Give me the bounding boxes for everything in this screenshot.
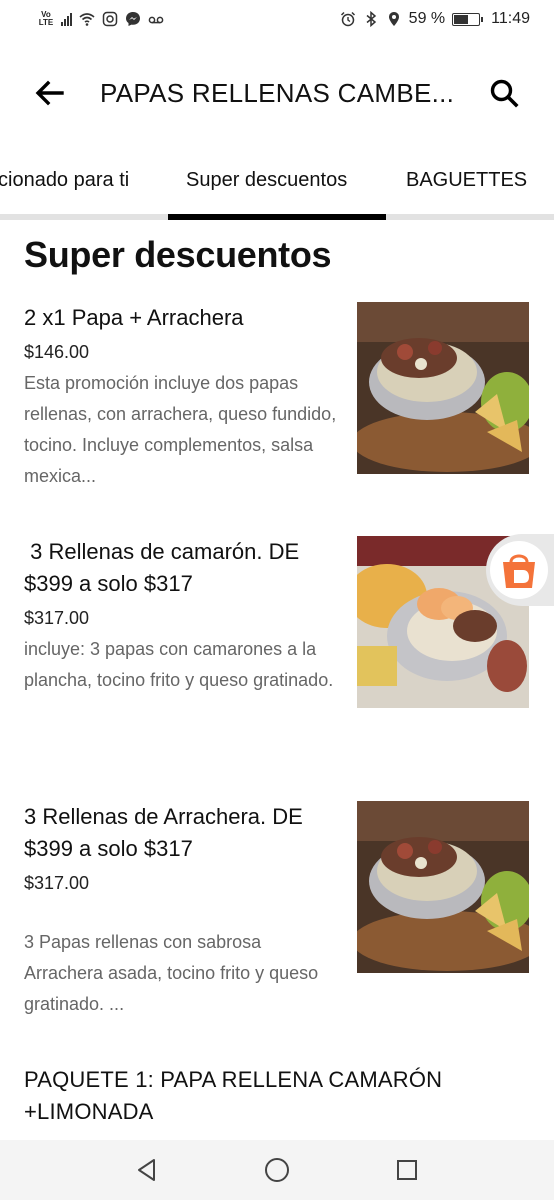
tab-baguettes[interactable]: BAGUETTES <box>406 150 527 210</box>
nav-back-button[interactable] <box>127 1150 167 1190</box>
menu-item[interactable]: 3 Rellenas de camarón. DE $399 a solo $3… <box>0 536 554 736</box>
floating-chat-inner <box>490 541 548 599</box>
instagram-icon <box>102 11 118 27</box>
section-title: Super descuentos <box>24 234 332 275</box>
search-icon <box>490 79 519 108</box>
potato-arrachera-photo <box>357 302 529 474</box>
square-recents-icon <box>397 1160 417 1180</box>
volte-bottom-text: LTE <box>38 18 54 27</box>
triangle-back-icon <box>138 1159 155 1181</box>
store-header: PAPAS RELLENAS CAMBE... <box>0 58 554 128</box>
volte-indicator: Vo LTE <box>38 11 54 27</box>
menu-item-price: $317.00 <box>24 608 90 628</box>
tab-super-descuentos[interactable]: Super descuentos <box>186 150 347 210</box>
nav-recents-button[interactable] <box>387 1150 427 1190</box>
wifi-icon <box>79 13 95 26</box>
active-tab-indicator <box>168 214 386 220</box>
signal-icon <box>61 12 72 26</box>
menu-item-name: 2 x1 Papa + Arrachera <box>24 305 244 330</box>
menu-item-photo <box>357 302 529 474</box>
battery-fill <box>454 14 469 24</box>
menu-item-description: incluye: 3 papas con camarones a la plan… <box>24 639 334 690</box>
menu-item-description: 3 Papas rellenas con sabrosa Arrachera a… <box>24 932 319 1014</box>
back-button[interactable] <box>20 63 80 123</box>
menu-item-name: 3 Rellenas de camarón. DE $399 a solo $3… <box>24 539 306 596</box>
menu-item-photo <box>357 801 529 973</box>
category-tabs: cionado para ti Super descuentos BAGUETT… <box>0 150 554 220</box>
bluetooth-icon <box>366 11 376 27</box>
menu-item[interactable]: 3 Rellenas de Arrachera. DE $399 a solo … <box>0 801 554 1031</box>
floating-chat-head[interactable] <box>486 534 554 606</box>
menu-item-price: $146.00 <box>24 342 90 362</box>
menu-item-text: 3 Rellenas de camarón. DE $399 a solo $3… <box>24 536 340 696</box>
store-title: PAPAS RELLENAS CAMBE... <box>100 77 455 108</box>
circle-home-icon <box>265 1158 289 1182</box>
menu-item-price: $317.00 <box>24 873 90 893</box>
status-left: Vo LTE <box>38 11 164 27</box>
nav-home-button[interactable] <box>257 1150 297 1190</box>
battery-percent: 59 % <box>408 10 446 27</box>
menu-item[interactable]: 2 x1 Papa + Arrachera $146.00 Esta promo… <box>0 302 554 502</box>
location-icon <box>388 12 399 26</box>
menu-item-text: 2 x1 Papa + Arrachera $146.00 Esta promo… <box>24 302 340 492</box>
package-item-title[interactable]: PAQUETE 1: PAPA RELLENA CAMARÓN +LIMONAD… <box>24 1064 524 1128</box>
messenger-icon <box>126 12 140 26</box>
arrow-left-icon <box>35 80 64 106</box>
bag-icon <box>503 554 535 588</box>
alarm-icon <box>340 11 355 27</box>
system-nav-bar <box>0 1140 554 1200</box>
status-right: 59 % 11:49 <box>340 10 530 28</box>
search-button[interactable] <box>474 63 534 123</box>
menu-item-text: 3 Rellenas de Arrachera. DE $399 a solo … <box>24 801 340 1020</box>
battery-icon <box>452 12 484 26</box>
menu-item-description: Esta promoción incluye dos papas rellena… <box>24 373 337 486</box>
clock: 11:49 <box>491 10 530 27</box>
voicemail-icon <box>148 16 164 24</box>
tab-seleccionado[interactable]: cionado para ti <box>0 150 129 210</box>
menu-item-name: 3 Rellenas de Arrachera. DE $399 a solo … <box>24 804 309 861</box>
status-bar: Vo LTE 59 % 11:49 <box>0 0 554 38</box>
potato-arrachera-photo <box>357 801 529 973</box>
